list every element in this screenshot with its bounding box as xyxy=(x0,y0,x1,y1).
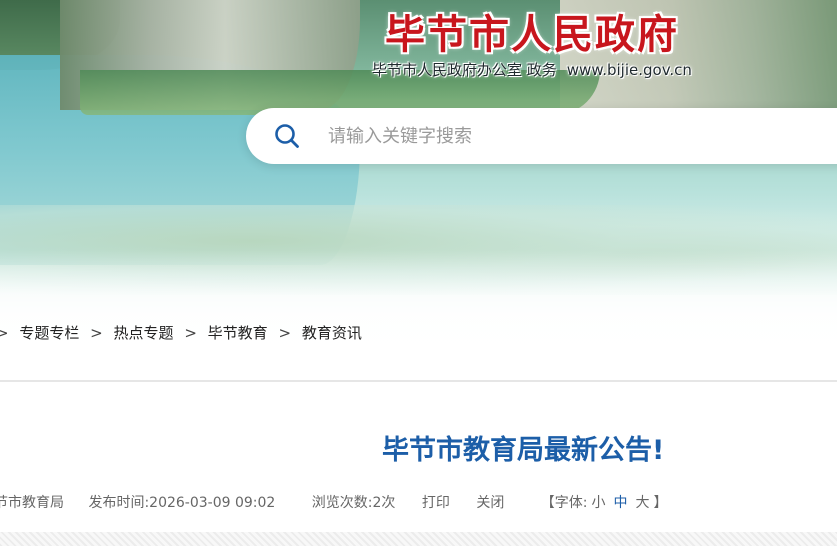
site-subtitle-text: 毕节市人民政府办公室 政务 xyxy=(372,61,557,79)
breadcrumb-item-special-column[interactable]: 专题专栏 xyxy=(19,322,79,343)
breadcrumb: > 专题专栏 > 热点专题 > 毕节教育 > 教育资讯 xyxy=(0,322,362,343)
search-input[interactable] xyxy=(328,118,808,154)
site-title[interactable]: 毕节市人民政府 xyxy=(385,2,679,60)
search-icon[interactable] xyxy=(274,123,300,149)
breadcrumb-separator: > xyxy=(90,324,103,342)
banner-fade xyxy=(0,250,837,372)
font-size-medium-button[interactable]: 中 xyxy=(614,492,628,512)
article-source: 节市教育局 xyxy=(0,495,64,511)
breadcrumb-separator: > xyxy=(278,324,292,342)
article-title: 毕节市教育局最新公告! xyxy=(382,435,665,466)
font-size-control: 【字体: 小中大】 xyxy=(541,492,668,512)
breadcrumb-item-hot-topics[interactable]: 热点专题 xyxy=(114,322,174,343)
print-button[interactable]: 打印 xyxy=(422,492,450,512)
close-button[interactable]: 关闭 xyxy=(476,492,504,512)
font-size-large-button[interactable]: 大 xyxy=(636,492,650,512)
bottom-stripe xyxy=(0,532,837,546)
publish-time-label: 发布时间: xyxy=(88,495,150,511)
site-subtitle: 毕节市人民政府办公室 政务 www.bijie.gov.cn xyxy=(372,59,692,80)
content-divider xyxy=(0,380,837,382)
font-size-end: 】 xyxy=(653,495,668,511)
font-size-label: 【字体: xyxy=(540,495,588,511)
publish-time: 2026-03-09 09:02 xyxy=(149,495,276,511)
breadcrumb-item-bijie-education[interactable]: 毕节教育 xyxy=(208,322,268,343)
article-meta: 节市教育局 发布时间:2026-03-09 09:02 浏览次数:2次 打印 关… xyxy=(0,492,668,512)
view-count: 2次 xyxy=(372,495,396,511)
search-bar[interactable] xyxy=(246,108,837,164)
breadcrumb-separator: > xyxy=(0,324,9,342)
breadcrumb-separator: > xyxy=(184,324,197,342)
view-count-label: 浏览次数: xyxy=(311,495,373,511)
breadcrumb-item-education-news[interactable]: 教育资讯 xyxy=(302,322,362,343)
font-size-small-button[interactable]: 小 xyxy=(592,492,606,512)
site-domain[interactable]: www.bijie.gov.cn xyxy=(567,61,692,79)
